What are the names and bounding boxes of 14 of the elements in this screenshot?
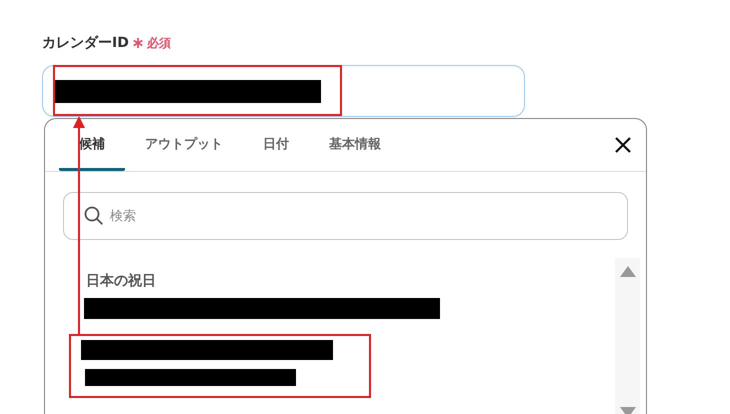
close-icon[interactable]	[614, 136, 632, 154]
scroll-up-icon[interactable]	[620, 266, 636, 277]
search-field[interactable]: 検索	[63, 192, 628, 240]
required-label: 必須	[146, 34, 171, 52]
tab[interactable]: 基本情報	[309, 119, 401, 171]
tab[interactable]: アウトプット	[125, 119, 243, 171]
scrollbar[interactable]	[615, 258, 640, 414]
search-placeholder: 検索	[110, 208, 136, 225]
field-label: カレンダーID	[42, 34, 129, 52]
search-icon	[84, 206, 104, 226]
tab[interactable]: 日付	[243, 119, 309, 171]
calendar-id-field[interactable]	[42, 65, 525, 117]
group-title: 日本の祝日	[86, 272, 157, 290]
asterisk-icon	[132, 38, 143, 48]
